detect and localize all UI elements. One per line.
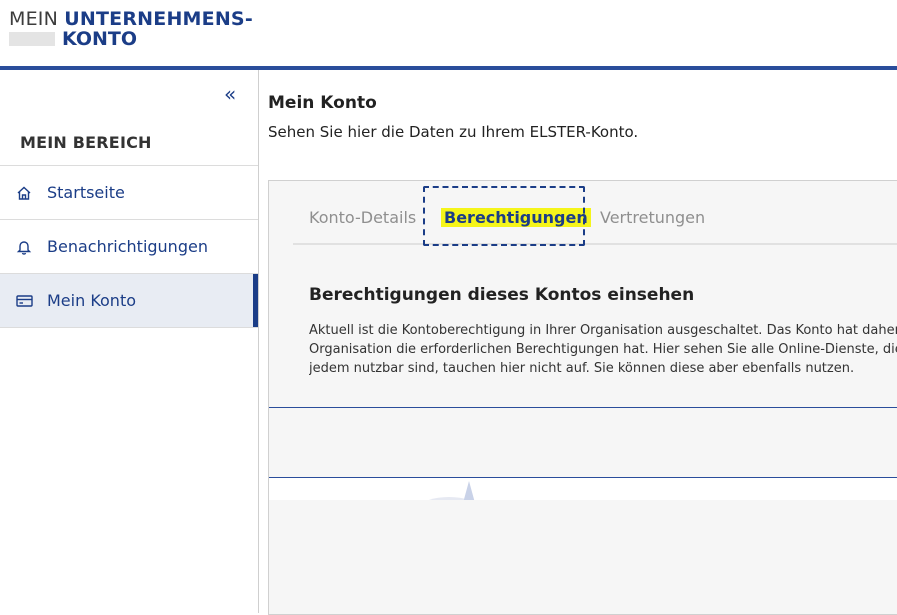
account-card: Konto-Details Berechtigungen Vertretunge…: [268, 180, 897, 615]
section-description: Aktuell ist die Kontoberechtigung in Ihr…: [309, 321, 897, 378]
tab-konto-details[interactable]: Konto-Details: [309, 208, 416, 227]
permissions-table-header: [269, 408, 897, 478]
sidebar-title: MEIN BEREICH: [20, 133, 152, 152]
logo-title-line1: UNTERNEHMENS-: [64, 8, 253, 30]
card-icon: [15, 292, 33, 310]
main-content: Mein Konto Sehen Sie hier die Daten zu I…: [259, 70, 897, 615]
home-icon: [15, 184, 33, 202]
app-header: MEIN UNTERNEHMENS- KONTO: [0, 0, 897, 66]
tab-vertretungen[interactable]: Vertretungen: [600, 208, 705, 227]
logo-title-line2: KONTO: [62, 28, 138, 50]
section-title: Berechtigungen dieses Kontos einsehen: [309, 285, 695, 305]
bell-icon: [15, 238, 33, 256]
logo-redacted-block: [9, 32, 55, 46]
page-subtitle: Sehen Sie hier die Daten zu Ihrem ELSTER…: [268, 123, 639, 141]
sidebar: « MEIN BEREICH Startseite Benachrichtigu…: [0, 70, 259, 613]
sidebar-item-label: Startseite: [47, 183, 125, 202]
section-description-line: jedem nutzbar sind, tauchen hier nicht a…: [309, 361, 855, 376]
logo-prefix: MEIN: [9, 8, 59, 30]
sidebar-item-startseite[interactable]: Startseite: [0, 165, 258, 219]
tab-bar: Konto-Details Berechtigungen Vertretunge…: [293, 181, 897, 245]
sidebar-item-label: Mein Konto: [47, 291, 137, 310]
section-description-line: Aktuell ist die Kontoberechtigung in Ihr…: [309, 323, 897, 338]
sidebar-item-mein-konto[interactable]: Mein Konto: [0, 273, 258, 328]
sidebar-item-label: Benachrichtigungen: [47, 237, 208, 256]
collapse-sidebar-icon[interactable]: «: [224, 84, 236, 104]
permissions-list-area: [269, 500, 897, 614]
permissions-table-body: [269, 478, 897, 500]
tab-focus-outline: [423, 186, 585, 246]
page-title: Mein Konto: [268, 93, 377, 113]
section-description-line: Organisation die erforderlichen Berechti…: [309, 342, 897, 357]
app-logo[interactable]: MEIN UNTERNEHMENS- KONTO: [9, 9, 253, 49]
sidebar-nav: Startseite Benachrichtigungen Mein Konto: [0, 165, 258, 328]
sidebar-item-benachrichtigungen[interactable]: Benachrichtigungen: [0, 219, 258, 273]
